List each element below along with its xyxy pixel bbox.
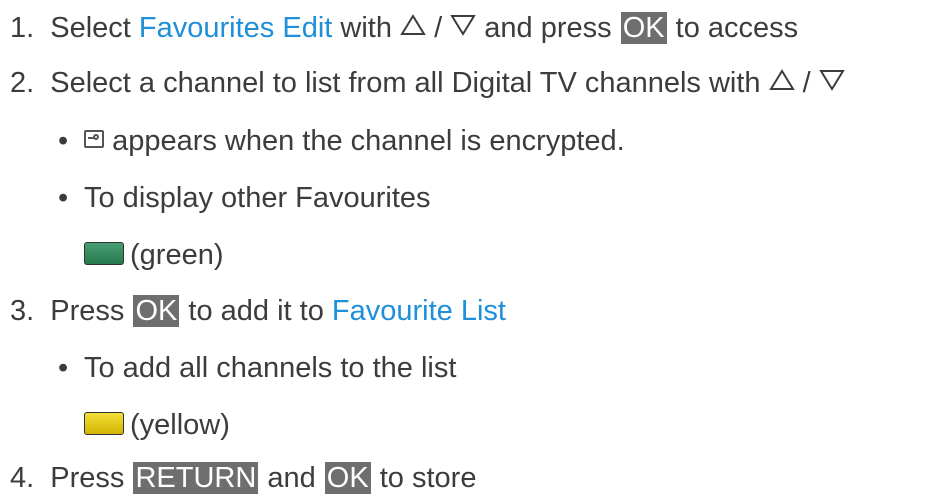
yellow-button-icon (84, 411, 124, 435)
step-number: 1. (10, 12, 35, 44)
up-triangle-icon (400, 9, 426, 45)
step-text: Select a channel to list from all Digita… (50, 67, 769, 99)
step-text: and (259, 462, 324, 494)
step-1: 1. Select Favourites Edit with / and pre… (10, 10, 798, 46)
step-4: 4. Press RETURN and OK to store (10, 460, 476, 496)
note-text: To add all channels to the list (84, 352, 457, 384)
ok-key: OK (620, 12, 667, 44)
step-text: with (332, 12, 401, 44)
yellow-button-row: (yellow) (84, 407, 230, 443)
note-add-all: • To add all channels to the list (58, 350, 456, 386)
step-number: 4. (10, 462, 35, 494)
favourites-edit-link[interactable]: Favourites Edit (139, 12, 332, 44)
down-triangle-icon (818, 64, 845, 100)
favourite-list-link[interactable]: Favourite List (332, 295, 506, 327)
up-triangle-icon (768, 64, 795, 100)
note-text: appears when the channel is encrypted. (112, 125, 625, 157)
note-encrypted: • appears when the channel is encrypted. (58, 123, 625, 159)
step-text: and press (476, 12, 620, 44)
ok-key: OK (133, 295, 180, 327)
step-text: Press (50, 295, 133, 327)
green-label: (green) (130, 239, 224, 271)
yellow-label: (yellow) (130, 409, 230, 441)
step-3: 3. Press OK to add it to Favourite List (10, 293, 506, 329)
step-text: Select (50, 12, 139, 44)
return-key: RETURN (133, 462, 259, 494)
note-other-favourites: • To display other Favourites (58, 180, 431, 216)
green-button-icon (84, 241, 124, 265)
lock-icon (84, 130, 104, 149)
note-text: To display other Favourites (84, 182, 431, 214)
step-text: to access (667, 12, 799, 44)
step-text: to store (371, 462, 477, 494)
bullet: • (58, 125, 69, 157)
step-number: 3. (10, 295, 35, 327)
step-text: to add it to (180, 295, 332, 327)
separator: / (426, 12, 451, 44)
separator: / (794, 67, 819, 99)
step-2: 2. Select a channel to list from all Dig… (10, 65, 845, 101)
bullet: • (58, 352, 69, 384)
bullet: • (58, 182, 69, 214)
step-text: Press (50, 462, 133, 494)
step-number: 2. (10, 67, 35, 99)
green-button-row: (green) (84, 237, 224, 273)
down-triangle-icon (450, 9, 476, 45)
ok-key: OK (324, 462, 371, 494)
